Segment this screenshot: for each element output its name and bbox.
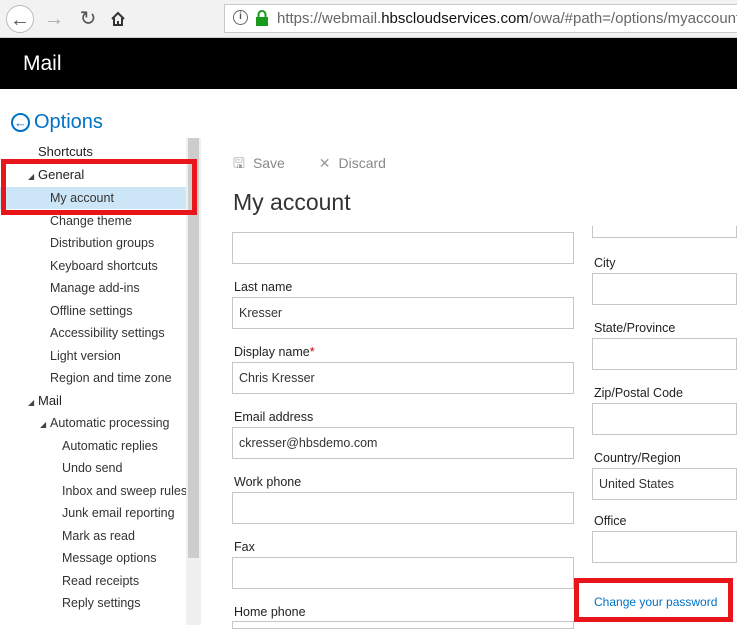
display-name-label-text: Display name [234, 345, 310, 359]
sidebar-item-label: Mail [38, 393, 62, 408]
fax-label: Fax [234, 540, 255, 554]
sidebar-item-undo-send[interactable]: Undo send [0, 457, 186, 479]
info-icon[interactable]: i [233, 10, 248, 25]
options-title-label: Options [34, 111, 103, 133]
home-phone-field[interactable] [232, 621, 574, 629]
form-toolbar: 🖫 Save ✕ Discard [233, 153, 416, 177]
save-label: Save [252, 155, 285, 171]
email-field[interactable]: ckresser@hbsdemo.com [232, 427, 574, 459]
sidebar-item-light-version[interactable]: Light version [0, 345, 186, 367]
city-label: City [594, 256, 616, 270]
sidebar-item-automatic-replies[interactable]: Automatic replies [0, 435, 186, 457]
sidebar-item-mark-as-read[interactable]: Mark as read [0, 525, 186, 547]
page-title: My account [233, 189, 351, 215]
forward-arrow-icon[interactable]: → [40, 5, 68, 33]
sidebar-item-read-receipts[interactable]: Read receipts [0, 570, 186, 592]
required-marker: * [309, 345, 315, 359]
options-back-link[interactable]: ← Options [11, 111, 103, 134]
highlight-box [574, 578, 733, 622]
back-arrow-icon[interactable]: ← [6, 5, 34, 33]
sidebar-item-reply-settings[interactable]: Reply settings [0, 592, 186, 614]
display-name-label: Display name* [234, 345, 315, 359]
sidebar-item-mail[interactable]: ◢ Mail [0, 390, 186, 412]
sidebar-item-accessibility-settings[interactable]: Accessibility settings [0, 322, 186, 344]
sidebar-item-label: Automatic processing [50, 416, 170, 430]
sidebar-item-region-time-zone[interactable]: Region and time zone [0, 367, 186, 389]
highlight-box [1, 159, 197, 215]
home-phone-label: Home phone [234, 605, 306, 619]
save-icon: 🖫 [233, 155, 245, 171]
display-name-field[interactable]: Chris Kresser [232, 362, 574, 394]
back-circle-icon: ← [11, 113, 30, 132]
work-phone-label: Work phone [234, 475, 302, 489]
sidebar-item-automatic-processing[interactable]: ◢ Automatic processing [0, 412, 186, 434]
fax-field[interactable] [232, 557, 574, 589]
save-button[interactable]: 🖫 Save [233, 153, 285, 177]
city-field[interactable] [592, 273, 737, 305]
address-bar[interactable]: i https://webmail.hbscloudservices.com/o… [224, 4, 737, 33]
discard-label: Discard [338, 155, 386, 171]
sidebar-item-distribution-groups[interactable]: Distribution groups [0, 232, 186, 254]
office-field[interactable] [592, 531, 737, 563]
sidebar-item-offline-settings[interactable]: Offline settings [0, 300, 186, 322]
lock-icon [256, 10, 268, 26]
collapse-triangle-icon: ◢ [40, 420, 47, 429]
reload-icon[interactable]: ↻ [74, 5, 102, 33]
discard-button[interactable]: ✕ Discard [319, 155, 386, 172]
app-header: Mail [0, 38, 737, 89]
state-field[interactable] [592, 338, 737, 370]
country-label: Country/Region [594, 451, 681, 465]
last-name-field[interactable]: Kresser [232, 297, 574, 329]
sidebar-item-inbox-sweep-rules[interactable]: Inbox and sweep rules [0, 480, 187, 502]
collapse-triangle-icon: ◢ [28, 398, 35, 407]
sidebar-item-junk-email-reporting[interactable]: Junk email reporting [0, 502, 186, 524]
sidebar-item-keyboard-shortcuts[interactable]: Keyboard shortcuts [0, 255, 186, 277]
office-label: Office [594, 514, 627, 528]
sidebar-item-manage-add-ins[interactable]: Manage add-ins [0, 277, 186, 299]
last-name-label: Last name [234, 280, 293, 294]
browser-toolbar: ← → ↻ i https://webmail.hbscloudservices… [0, 0, 737, 38]
country-select[interactable]: United States [592, 468, 737, 500]
sidebar-item-message-options[interactable]: Message options [0, 547, 186, 569]
app-title[interactable]: Mail [23, 52, 62, 76]
work-phone-field[interactable] [232, 492, 574, 524]
first-name-field[interactable] [232, 232, 574, 264]
close-icon: ✕ [318, 155, 331, 171]
zip-field[interactable] [592, 403, 737, 435]
state-label: State/Province [594, 321, 676, 335]
street-field[interactable] [592, 226, 737, 238]
url-text: https://webmail.hbscloudservices.com/owa… [277, 10, 737, 27]
zip-label: Zip/Postal Code [594, 386, 683, 400]
email-label: Email address [234, 410, 314, 424]
home-icon[interactable] [104, 5, 132, 33]
